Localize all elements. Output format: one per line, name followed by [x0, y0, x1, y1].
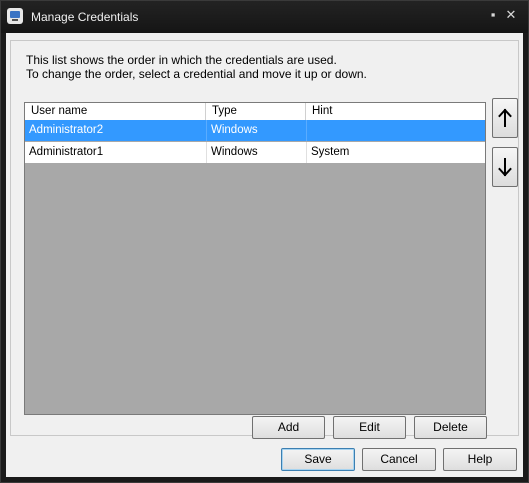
app-icon	[7, 8, 23, 24]
close-icon[interactable]: ✕	[504, 8, 518, 22]
maximize-icon[interactable]: ▪	[486, 8, 500, 22]
list-header: User name Type Hint	[25, 103, 485, 121]
manage-credentials-window: Manage Credentials ▪ ✕ This list shows t…	[0, 0, 529, 483]
cell-type: Windows	[206, 142, 306, 163]
cell-type: Windows	[206, 120, 306, 141]
description-text: This list shows the order in which the c…	[26, 53, 367, 81]
cancel-button[interactable]: Cancel	[362, 448, 436, 471]
cell-user-name: Administrator1	[29, 146, 104, 158]
window-title: Manage Credentials	[31, 10, 139, 24]
description-line-1: This list shows the order in which the c…	[26, 53, 337, 67]
column-header-type[interactable]: Type	[206, 103, 306, 120]
list-row-administrator2[interactable]: Administrator2 Windows	[25, 120, 485, 141]
add-button[interactable]: Add	[252, 416, 325, 439]
delete-button[interactable]: Delete	[414, 416, 487, 439]
credentials-list[interactable]: User name Type Hint Administrator2 Windo…	[24, 102, 486, 415]
title-bar[interactable]: Manage Credentials ▪ ✕	[1, 1, 528, 33]
move-down-button[interactable]	[492, 147, 518, 187]
move-up-button[interactable]	[492, 98, 518, 138]
credentials-group: This list shows the order in which the c…	[10, 40, 519, 439]
save-button[interactable]: Save	[281, 448, 355, 471]
help-button[interactable]: Help	[443, 448, 517, 471]
list-row-administrator1[interactable]: Administrator1 Windows System	[25, 142, 485, 163]
arrow-down-icon	[498, 158, 512, 177]
description-line-2: To change the order, select a credential…	[26, 67, 367, 81]
column-header-hint[interactable]: Hint	[306, 103, 486, 120]
cell-hint: System	[306, 142, 486, 163]
column-header-user-name[interactable]: User name	[25, 103, 206, 120]
arrow-up-icon	[498, 108, 512, 127]
dialog-body: This list shows the order in which the c…	[6, 33, 523, 477]
edit-button[interactable]: Edit	[333, 416, 406, 439]
cell-hint	[306, 120, 486, 141]
cell-user-name: Administrator2	[29, 124, 104, 136]
